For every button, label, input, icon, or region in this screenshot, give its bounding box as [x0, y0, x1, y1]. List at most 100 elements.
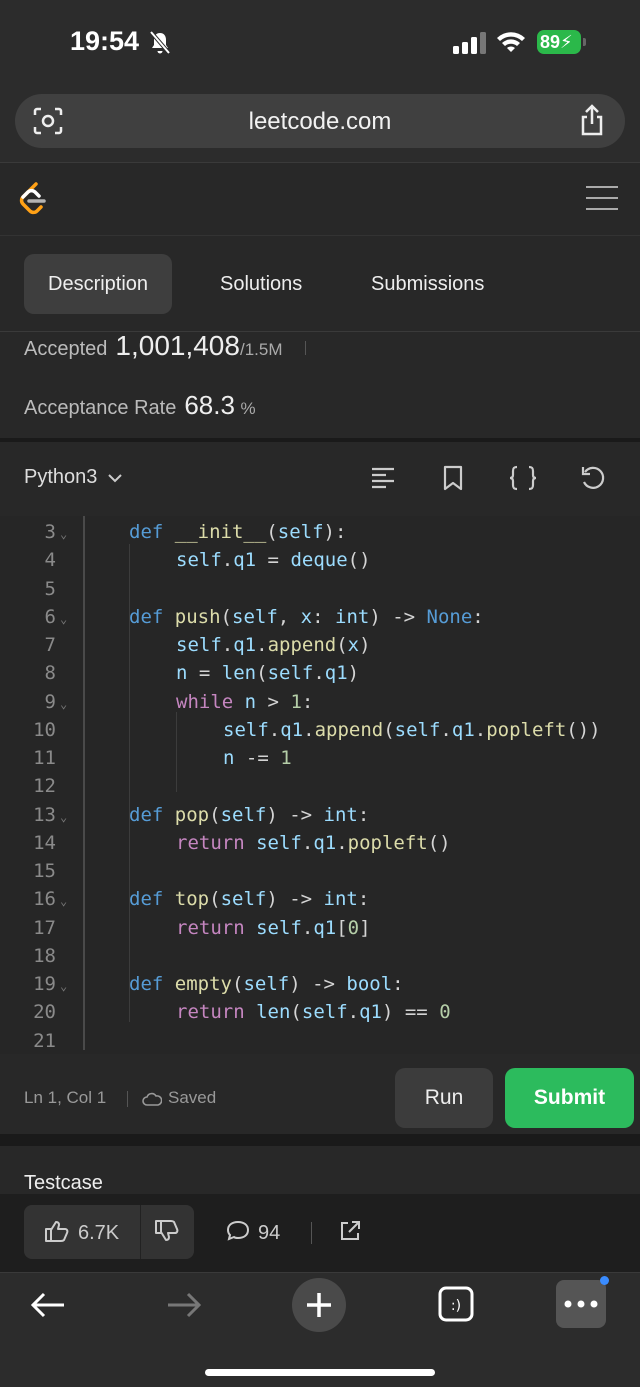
- code-text: self.q1 = deque(): [176, 549, 371, 572]
- line-number: 11: [33, 747, 56, 769]
- reset-icon[interactable]: [580, 464, 606, 492]
- line-number: 4: [44, 549, 56, 572]
- code-text: n -= 1: [223, 747, 292, 769]
- problem-tabs: Description Solutions Submissions: [0, 236, 640, 332]
- accepted-value: 1,001,408: [115, 332, 240, 361]
- leetcode-logo-icon[interactable]: [16, 181, 48, 219]
- editor-action-bar: Ln 1, Col 1 Saved Run Submit: [0, 1054, 640, 1134]
- back-arrow-icon[interactable]: [30, 1291, 66, 1319]
- line-number: 16: [33, 888, 56, 911]
- code-text: n = len(self.q1): [176, 662, 360, 685]
- testcase-panel: Testcase: [0, 1146, 640, 1194]
- like-button[interactable]: 6.7K: [44, 1219, 119, 1245]
- panel-divider: [0, 1134, 640, 1146]
- line-number: 19: [33, 973, 56, 995]
- fold-chevron-icon[interactable]: ⌄: [60, 520, 67, 548]
- thumbs-up-icon: [45, 1221, 69, 1242]
- stat-divider: [304, 341, 306, 355]
- code-text: def __init__(self):: [129, 521, 347, 543]
- accepted-label: Accepted: [24, 338, 108, 360]
- chevron-down-icon: [108, 474, 123, 483]
- plus-icon: [307, 1293, 331, 1317]
- code-text: return len(self.q1) == 0: [176, 1001, 451, 1024]
- action-divider: [127, 1091, 128, 1107]
- indent-guide: [176, 712, 177, 792]
- editor-toolbar: Python3: [0, 438, 640, 516]
- cursor-position: Ln 1, Col 1: [24, 1088, 107, 1107]
- cellular-signal-icon: [453, 32, 486, 54]
- engagement-bar: 6.7K 94: [0, 1194, 640, 1272]
- accepted-total: /1.5M: [239, 340, 283, 359]
- more-dots-icon: [564, 1300, 598, 1308]
- forward-arrow-icon[interactable]: [166, 1291, 202, 1319]
- comments-button[interactable]: 94: [226, 1219, 280, 1245]
- like-dislike-group: 6.7K: [24, 1205, 194, 1259]
- tab-solutions[interactable]: Solutions: [196, 254, 326, 314]
- line-number: 6: [44, 605, 56, 628]
- cloud-icon: [142, 1092, 163, 1106]
- hamburger-menu-icon[interactable]: [586, 185, 618, 211]
- status-time: 19:54: [70, 26, 140, 56]
- battery-indicator: 89⚡: [537, 30, 586, 54]
- code-text: def pop(self) -> int:: [129, 803, 370, 826]
- charging-bolt-icon: ⚡: [560, 32, 573, 52]
- comment-count: 94: [258, 1222, 281, 1244]
- submit-button[interactable]: Submit: [505, 1068, 634, 1128]
- saved-label: Saved: [168, 1088, 217, 1107]
- line-number: 3: [44, 521, 56, 543]
- battery-level: 89: [540, 32, 561, 52]
- new-tab-button[interactable]: [292, 1278, 346, 1332]
- tab-description[interactable]: Description: [24, 254, 173, 314]
- rate-value: 68.3: [184, 390, 235, 420]
- thumbs-down-icon[interactable]: [154, 1219, 180, 1243]
- accepted-stat: Accepted 1,001,408/1.5M: [24, 332, 306, 362]
- fold-chevron-icon[interactable]: ⌄: [60, 972, 67, 1000]
- comment-icon: [226, 1220, 250, 1241]
- fold-chevron-icon[interactable]: ⌄: [60, 605, 67, 633]
- fold-chevron-icon[interactable]: ⌄: [60, 887, 67, 915]
- line-number: 10: [33, 718, 56, 741]
- line-number: 13: [33, 803, 56, 826]
- acceptance-rate-stat: Acceptance Rate 68.3 %: [24, 390, 256, 421]
- language-label: Python3: [24, 466, 98, 488]
- code-text: self.q1.append(x): [176, 634, 371, 656]
- bookmark-icon[interactable]: [442, 464, 464, 492]
- code-editor[interactable]: 3 ⌄ def __init__(self): 4 self.q1 = deque() 5…: [0, 516, 640, 1054]
- rate-unit: %: [240, 399, 256, 418]
- code-text: def empty(self) -> bool:: [129, 973, 404, 995]
- code-text: self.q1.append(self.q1.popleft()): [223, 718, 601, 741]
- fold-chevron-icon[interactable]: ⌄: [60, 803, 67, 831]
- svg-text::): :): [451, 1298, 461, 1314]
- run-button[interactable]: Run: [395, 1068, 493, 1128]
- testcase-label[interactable]: Testcase: [24, 1172, 103, 1195]
- share-icon[interactable]: [579, 104, 605, 136]
- tab-submissions[interactable]: Submissions: [347, 254, 508, 314]
- notification-dot: [600, 1276, 609, 1285]
- engage-divider: [311, 1222, 312, 1244]
- rate-label: Acceptance Rate: [24, 397, 177, 419]
- code-text: def push(self, x: int) -> None:: [129, 605, 484, 628]
- line-number: 9: [44, 690, 56, 713]
- browser-address-area: leetcode.com: [0, 88, 640, 162]
- like-count: 6.7K: [78, 1222, 120, 1244]
- line-number: 14: [33, 831, 56, 854]
- line-number: 20: [33, 1001, 56, 1024]
- format-icon[interactable]: [370, 464, 396, 492]
- status-bar: 19:54 89⚡: [0, 0, 640, 88]
- braces-icon[interactable]: [508, 464, 538, 492]
- more-menu-button[interactable]: [556, 1276, 609, 1328]
- line-number: 15: [33, 860, 56, 882]
- gutter-divider: [83, 516, 85, 1050]
- problem-stats: Accepted 1,001,408/1.5M Acceptance Rate 68…: [0, 332, 640, 438]
- line-number: 8: [44, 662, 56, 685]
- url-text[interactable]: leetcode.com: [15, 108, 625, 136]
- external-link-icon[interactable]: [338, 1219, 362, 1243]
- wifi-icon: [497, 32, 525, 52]
- fold-chevron-icon[interactable]: ⌄: [60, 690, 67, 718]
- line-number: 17: [33, 916, 56, 939]
- tabs-icon[interactable]: :): [437, 1285, 475, 1323]
- code-text: while n > 1:: [176, 690, 314, 713]
- address-bar[interactable]: leetcode.com: [15, 94, 625, 148]
- language-selector[interactable]: Python3: [24, 466, 123, 489]
- code-text: return self.q1.popleft(): [176, 831, 451, 854]
